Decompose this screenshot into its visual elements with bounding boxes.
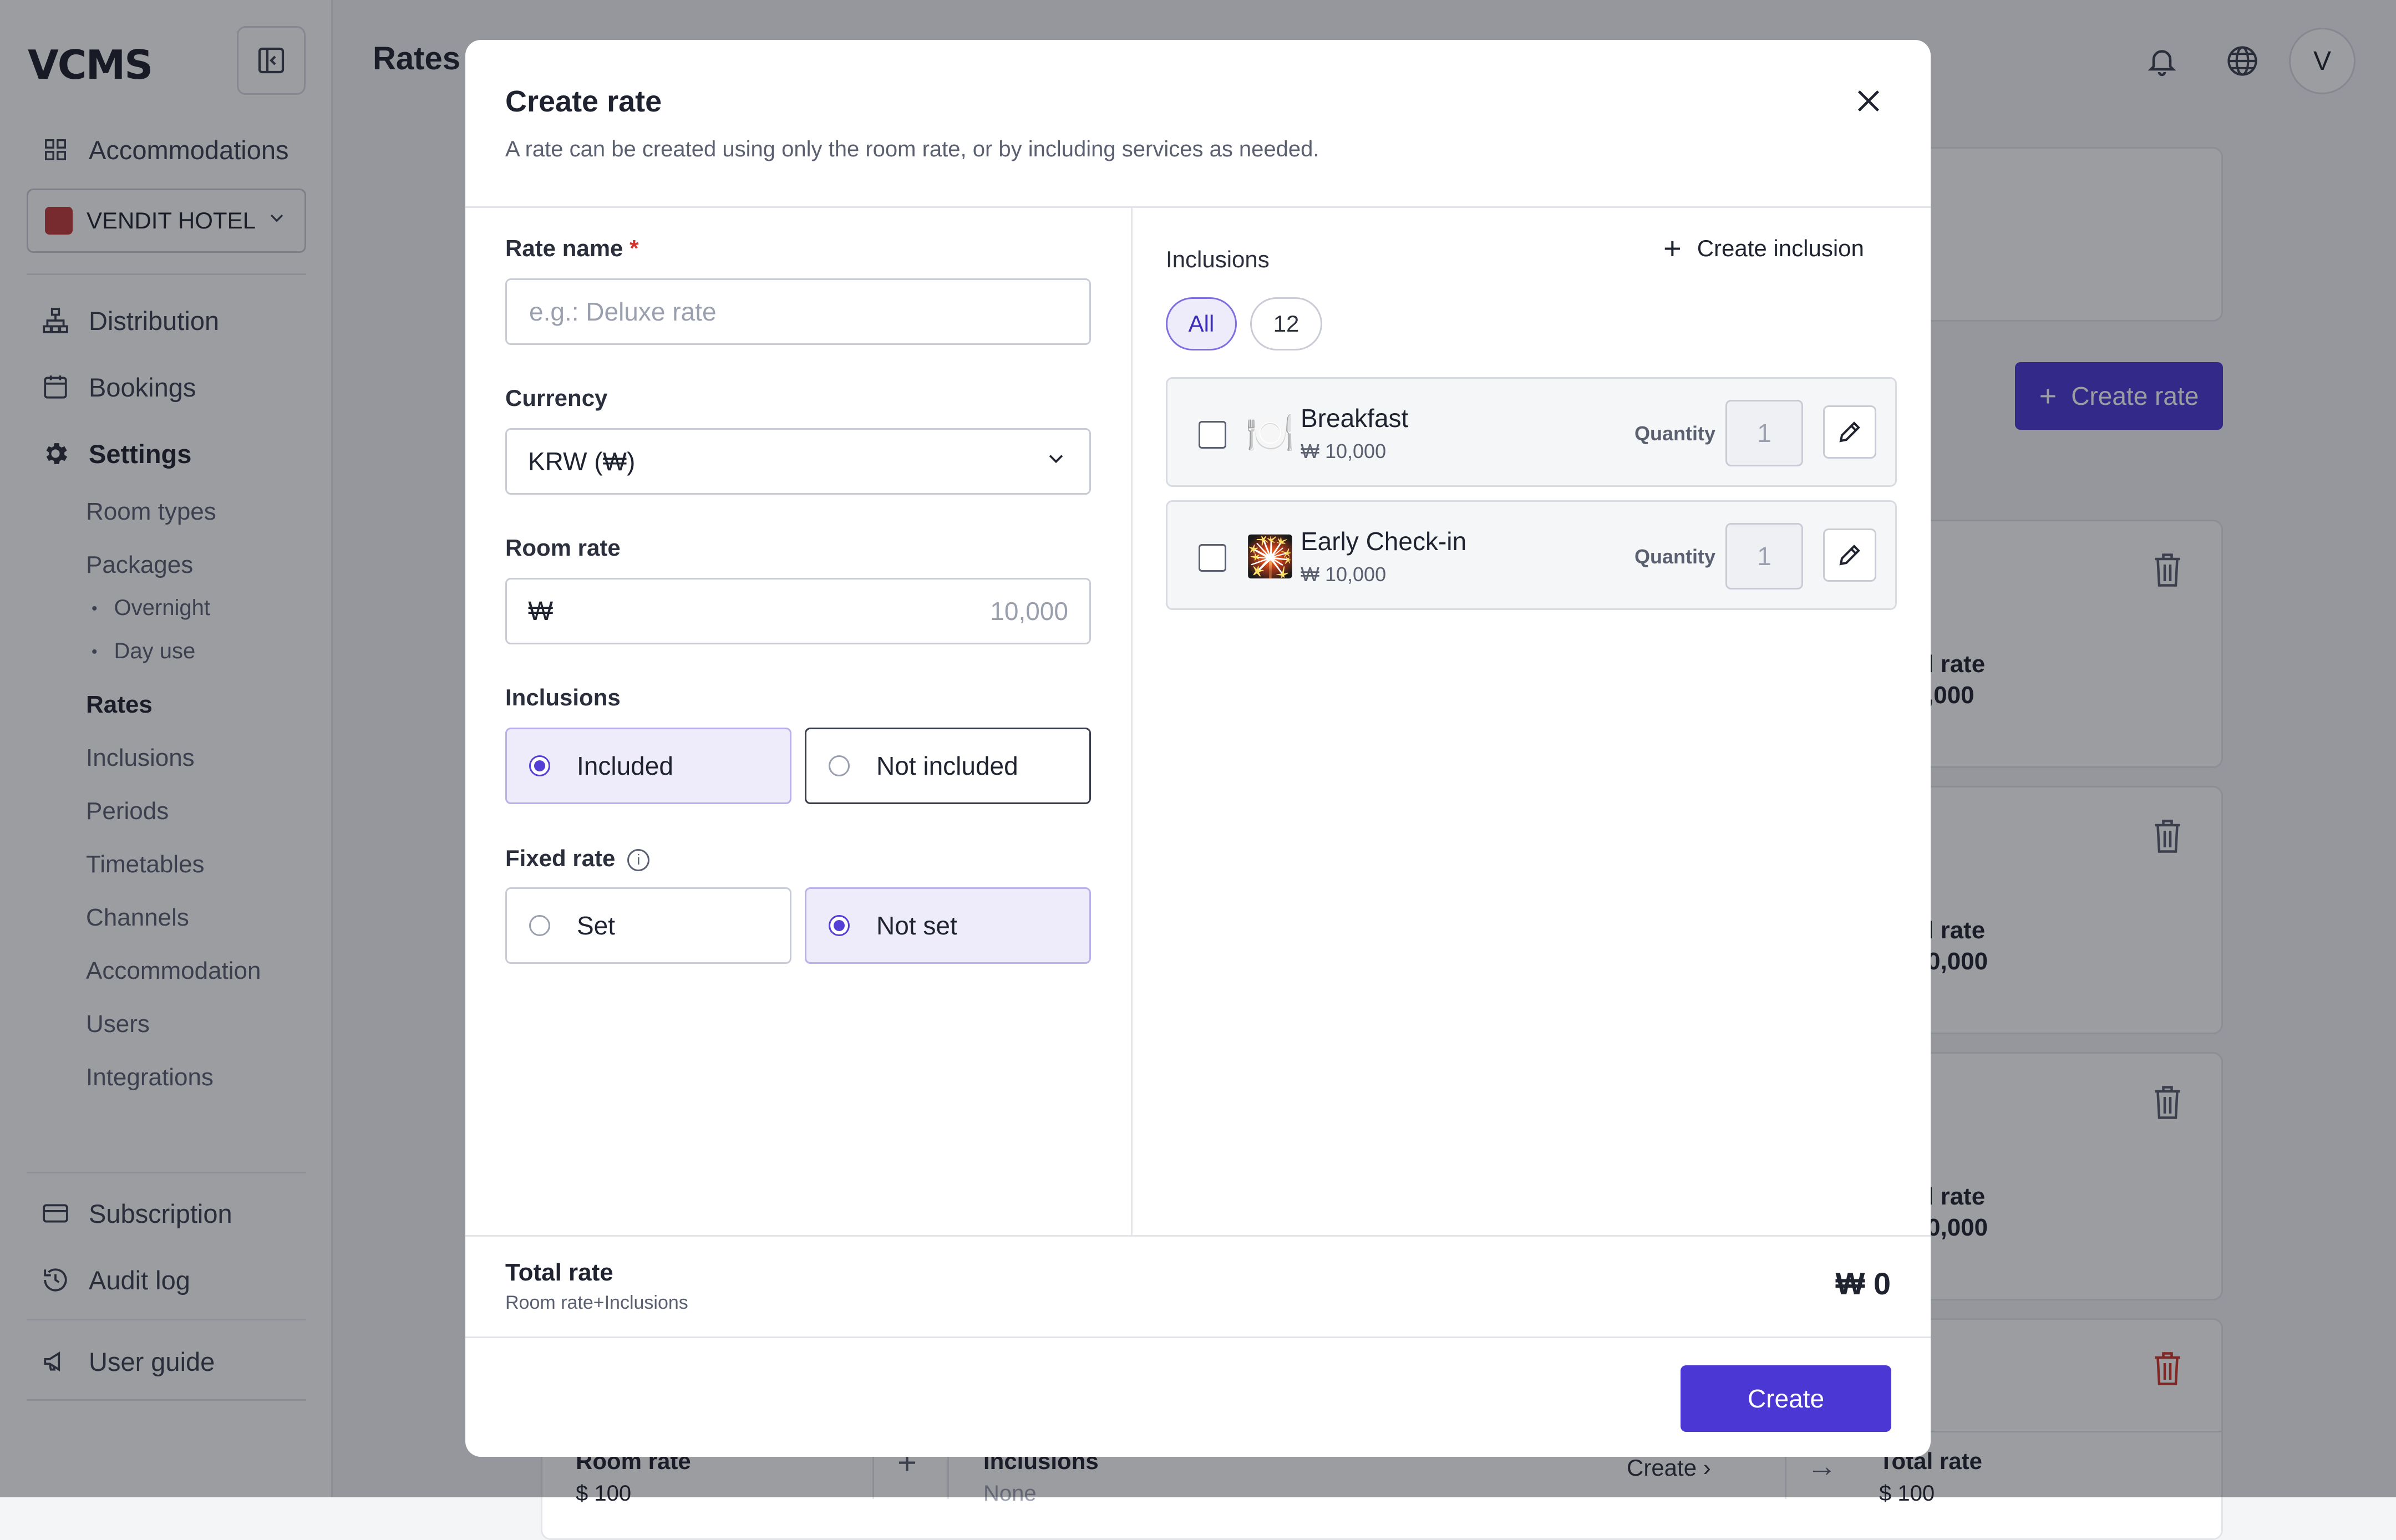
divider [465,1235,1931,1237]
rate-name-label: Rate name * [505,235,639,261]
chevron-down-icon [1044,446,1068,477]
modal-description: A rate can be created using only the roo… [505,137,1319,161]
currency-select[interactable]: KRW (₩) [505,428,1091,495]
filter-all-chip[interactable]: All [1166,297,1237,350]
rate-name-field[interactable] [505,278,1091,345]
rate-name-input[interactable] [528,296,1068,327]
inclusion-price: ₩ 10,000 [1301,440,1387,462]
quantity-input[interactable]: 1 [1725,400,1803,466]
total-rate-value: ₩ 0 [1835,1266,1891,1301]
inclusion-price: ₩ 10,000 [1301,563,1387,586]
close-icon [1857,90,1880,112]
inclusion-name: Breakfast [1301,404,1409,433]
quantity-input[interactable]: 1 [1725,523,1803,589]
radio-icon [829,755,850,776]
room-rate-field[interactable]: ₩ 10,000 [505,578,1091,644]
room-rate-label: Room rate [505,535,621,561]
modal-title: Create rate [505,85,662,118]
won-symbol: ₩ [528,596,554,626]
close-button[interactable] [1846,79,1891,123]
divider [465,206,1931,208]
inclusions-panel-label: Inclusions [1166,246,1270,272]
create-rate-modal: Create rate A rate can be created using … [465,40,1931,1457]
edit-inclusion-button[interactable] [1823,405,1876,459]
option-label: Not included [876,751,1018,780]
info-icon[interactable]: i [627,848,650,871]
option-label: Set [577,911,616,940]
edit-inclusion-button[interactable] [1823,528,1876,582]
inclusion-row-breakfast: 🍽️ Breakfast ₩ 10,000 Quantity 1 [1166,377,1897,487]
total-rate-label: Total rate [505,1259,613,1286]
inclusions-included-option[interactable]: Included [505,728,791,804]
currency-label: Currency [505,385,608,411]
inclusions-choice-label: Inclusions [505,684,621,710]
room-rate-placeholder: 10,000 [990,597,1068,626]
currency-value: KRW (₩) [528,447,636,476]
radio-selected-icon [529,755,550,776]
radio-icon [529,915,550,936]
radio-selected-icon [829,915,850,936]
total-rate-subtitle: Room rate+Inclusions [505,1292,688,1313]
fixed-rate-set-option[interactable]: Set [505,887,791,964]
quantity-label: Quantity [1634,545,1716,568]
checkbox[interactable] [1199,544,1226,572]
plus-icon: + [1663,231,1682,266]
option-label: Not set [876,911,957,940]
checkbox[interactable] [1199,421,1226,449]
breakfast-icon: 🍽️ [1245,411,1295,456]
inclusion-row-early-checkin: 🎇 Early Check-in ₩ 10,000 Quantity 1 [1166,500,1897,610]
fixed-rate-not-set-option[interactable]: Not set [805,887,1091,964]
early-checkin-icon: 🎇 [1245,535,1295,579]
option-label: Included [577,751,673,780]
inclusions-not-included-option[interactable]: Not included [805,728,1091,804]
inclusion-name: Early Check-in [1301,527,1467,556]
divider [1131,207,1133,1236]
pencil-icon [1839,421,1860,443]
divider [465,1336,1931,1338]
create-button[interactable]: Create [1681,1365,1891,1432]
create-inclusion-button[interactable]: + Create inclusion [1663,231,1864,266]
fixed-rate-label: Fixed rate i [505,845,650,872]
quantity-label: Quantity [1634,422,1716,445]
filter-12-chip[interactable]: 12 [1250,297,1322,350]
pencil-icon [1839,545,1860,566]
create-inclusion-label: Create inclusion [1697,235,1864,261]
